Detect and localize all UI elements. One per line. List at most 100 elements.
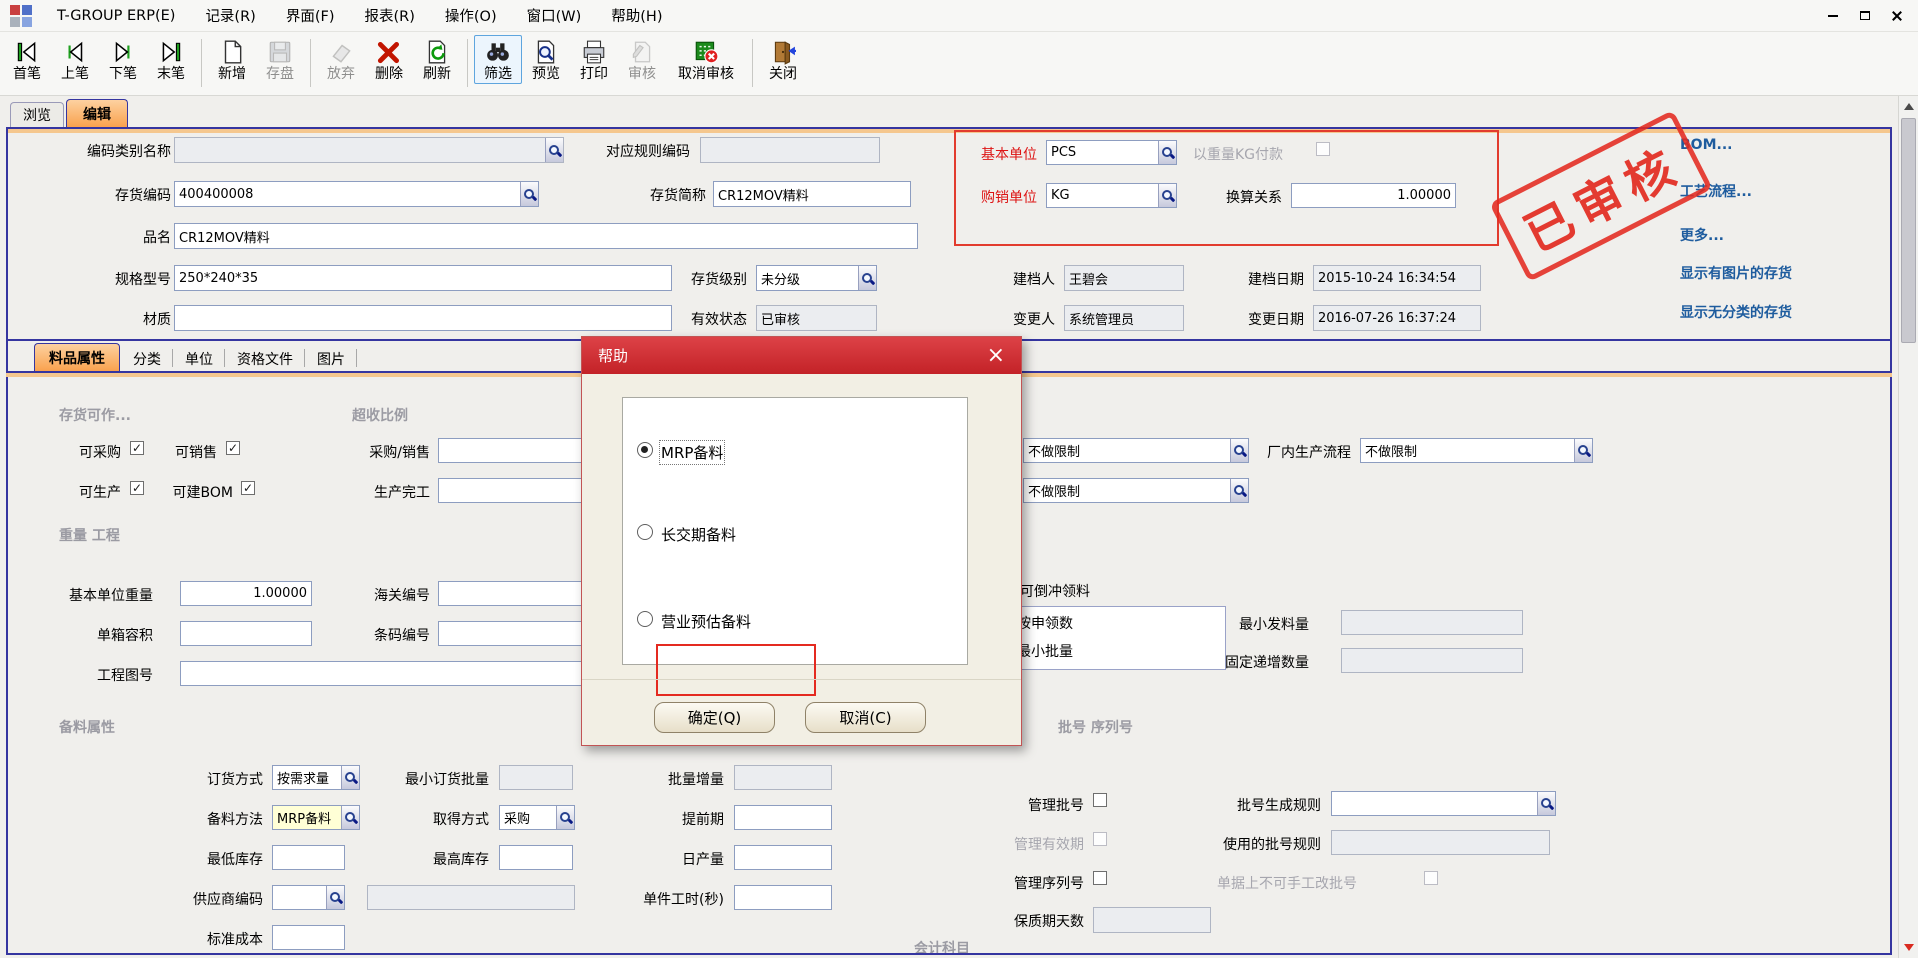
base-unit-field[interactable]: PCS bbox=[1046, 140, 1177, 165]
menu-item-window[interactable]: 窗口(W) bbox=[512, 0, 597, 31]
dialog-cancel-button[interactable]: 取消(C) bbox=[805, 702, 926, 733]
can-bom-checkbox[interactable] bbox=[241, 481, 255, 495]
audit-button[interactable]: 审核 bbox=[618, 35, 666, 84]
scroll-down-icon[interactable] bbox=[1899, 938, 1918, 957]
rule-code-field[interactable] bbox=[700, 137, 880, 163]
conversion-field[interactable]: 1.00000 bbox=[1291, 183, 1456, 208]
item-level-field[interactable]: 未分级 bbox=[756, 265, 877, 291]
link-more[interactable]: 更多... bbox=[1680, 225, 1724, 245]
menu-item-record[interactable]: 记录(R) bbox=[190, 0, 270, 31]
option-label-sales-forecast[interactable]: 营业预估备料 bbox=[661, 611, 751, 632]
manage-serial-checkbox[interactable] bbox=[1093, 871, 1107, 885]
dialog-close-icon[interactable]: × bbox=[987, 345, 1005, 367]
option-label-long-leadtime[interactable]: 长交期备料 bbox=[661, 524, 736, 545]
no-manual-batch-checkbox[interactable] bbox=[1424, 871, 1438, 885]
producible-checkbox[interactable] bbox=[130, 481, 144, 495]
preview-button[interactable]: 预览 bbox=[522, 35, 570, 84]
minimize-icon[interactable] bbox=[1826, 10, 1840, 22]
lookup-icon[interactable] bbox=[520, 181, 539, 207]
maximize-icon[interactable] bbox=[1858, 10, 1872, 22]
print-button[interactable]: 打印 bbox=[570, 35, 618, 84]
manage-batch-checkbox[interactable] bbox=[1093, 793, 1107, 807]
dialog-ok-button[interactable]: 确定(Q) bbox=[654, 702, 775, 733]
lookup-icon[interactable] bbox=[1537, 791, 1556, 816]
link-show-with-images[interactable]: 显示有图片的存货 bbox=[1680, 263, 1792, 283]
scroll-up-icon[interactable] bbox=[1899, 97, 1918, 116]
lookup-icon[interactable] bbox=[1158, 140, 1177, 165]
tab-images[interactable]: 图片 bbox=[310, 347, 352, 371]
menu-item-report[interactable]: 报表(R) bbox=[349, 0, 429, 31]
vertical-scrollbar[interactable] bbox=[1898, 96, 1918, 958]
material-field[interactable] bbox=[174, 305, 672, 331]
close-window-icon[interactable] bbox=[1890, 10, 1904, 22]
menu-item-app[interactable]: T-GROUP ERP(E) bbox=[42, 0, 190, 31]
cancel-audit-button[interactable]: 取消审核 bbox=[666, 35, 746, 84]
manage-validity-checkbox[interactable] bbox=[1093, 832, 1107, 846]
tab-category[interactable]: 分类 bbox=[126, 347, 168, 371]
sellable-checkbox[interactable] bbox=[226, 441, 240, 455]
tab-edit[interactable]: 编辑 bbox=[66, 99, 128, 127]
item-code-field[interactable]: 400400008 bbox=[174, 181, 539, 207]
close-button[interactable]: 关闭 bbox=[759, 35, 807, 84]
lookup-icon[interactable] bbox=[1574, 438, 1593, 463]
max-stock-field[interactable] bbox=[499, 845, 573, 870]
box-volume-field[interactable] bbox=[180, 621, 312, 646]
restriction-field-1[interactable]: 不做限制 bbox=[1023, 438, 1249, 463]
lookup-icon[interactable] bbox=[326, 885, 345, 910]
save-button[interactable]: 存盘 bbox=[256, 35, 304, 84]
tab-unit[interactable]: 单位 bbox=[178, 347, 220, 371]
first-record-button[interactable]: 首笔 bbox=[3, 35, 51, 84]
tab-browse[interactable]: 浏览 bbox=[10, 102, 64, 127]
restriction-field-2[interactable]: 不做限制 bbox=[1023, 478, 1249, 503]
lookup-icon[interactable] bbox=[1230, 478, 1249, 503]
lead-time-field[interactable] bbox=[734, 805, 832, 830]
code-category-field[interactable] bbox=[174, 137, 564, 163]
tab-item-attributes[interactable]: 料品属性 bbox=[34, 343, 120, 371]
last-record-button[interactable]: 末笔 bbox=[147, 35, 195, 84]
delete-button[interactable]: 删除 bbox=[365, 35, 413, 84]
option-label-mrp[interactable]: MRP备料 bbox=[661, 442, 723, 463]
pay-by-kg-checkbox[interactable] bbox=[1316, 142, 1330, 156]
menu-item-operation[interactable]: 操作(O) bbox=[430, 0, 512, 31]
filter-button[interactable]: 筛选 bbox=[474, 35, 522, 84]
purchasable-checkbox[interactable] bbox=[130, 441, 144, 455]
acquire-mode-field[interactable]: 采购 bbox=[499, 805, 575, 830]
option-radio-sales-forecast[interactable] bbox=[637, 611, 653, 627]
option-radio-long-leadtime[interactable] bbox=[637, 524, 653, 540]
lookup-icon[interactable] bbox=[1230, 438, 1249, 463]
lookup-icon[interactable] bbox=[341, 805, 360, 830]
daily-output-field[interactable] bbox=[734, 845, 832, 870]
prep-method-field[interactable]: MRP备料 bbox=[272, 805, 360, 830]
base-weight-field[interactable]: 1.00000 bbox=[180, 581, 312, 606]
link-show-unclassified[interactable]: 显示无分类的存货 bbox=[1680, 302, 1792, 322]
item-abbr-field[interactable]: CR12MOV精料 bbox=[713, 181, 911, 207]
item-name-field[interactable]: CR12MOV精料 bbox=[174, 223, 918, 249]
option-radio-mrp[interactable] bbox=[637, 442, 653, 458]
std-cost-field[interactable] bbox=[272, 925, 345, 950]
supplier-code-field[interactable] bbox=[272, 885, 345, 910]
min-stock-field[interactable] bbox=[272, 845, 345, 870]
lookup-icon[interactable] bbox=[341, 765, 360, 790]
lookup-icon[interactable] bbox=[858, 265, 877, 291]
menu-item-interface[interactable]: 界面(F) bbox=[271, 0, 350, 31]
order-mode-field[interactable]: 按需求量 bbox=[272, 765, 360, 790]
link-process-flow[interactable]: 工艺流程... bbox=[1680, 181, 1752, 201]
batch-rule-field[interactable] bbox=[1331, 791, 1556, 816]
lookup-icon[interactable] bbox=[1158, 183, 1177, 208]
factory-flow-field[interactable]: 不做限制 bbox=[1360, 438, 1593, 463]
tab-qualification-files[interactable]: 资格文件 bbox=[230, 347, 300, 371]
prev-record-button[interactable]: 上笔 bbox=[51, 35, 99, 84]
help-dialog-titlebar[interactable]: 帮助 × bbox=[582, 337, 1021, 374]
spec-field[interactable]: 250*240*35 bbox=[174, 265, 672, 291]
refresh-button[interactable]: 刷新 bbox=[413, 35, 461, 84]
lookup-icon[interactable] bbox=[556, 805, 575, 830]
scrollbar-thumb[interactable] bbox=[1901, 118, 1916, 343]
new-button[interactable]: 新增 bbox=[208, 35, 256, 84]
next-record-button[interactable]: 下笔 bbox=[99, 35, 147, 84]
unit-hours-field[interactable] bbox=[734, 885, 832, 910]
shelf-days-field[interactable] bbox=[1093, 907, 1211, 933]
menu-item-help[interactable]: 帮助(H) bbox=[596, 0, 677, 31]
link-bom[interactable]: BOM... bbox=[1680, 137, 1732, 153]
discard-button[interactable]: 放弃 bbox=[317, 35, 365, 84]
trade-unit-field[interactable]: KG bbox=[1046, 183, 1177, 208]
